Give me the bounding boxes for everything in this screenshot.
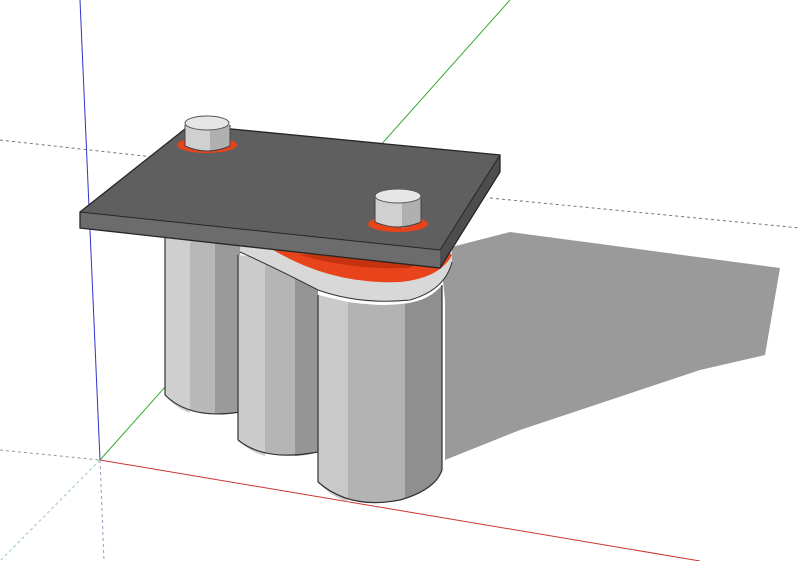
cylinder-right bbox=[317, 285, 443, 504]
green-axis-dashed bbox=[0, 459, 101, 561]
cylinder-left bbox=[164, 235, 241, 415]
terminal-right bbox=[368, 188, 428, 232]
model-canvas bbox=[0, 0, 800, 561]
dashed-axis-right bbox=[489, 197, 800, 229]
top-plate bbox=[79, 124, 501, 269]
dashed-left bbox=[0, 449, 101, 461]
shadow bbox=[440, 232, 780, 460]
3d-viewport[interactable] bbox=[0, 0, 800, 561]
blue-axis-dashed bbox=[99, 459, 105, 561]
cylinder-middle bbox=[237, 255, 319, 456]
terminal-left bbox=[177, 115, 237, 153]
